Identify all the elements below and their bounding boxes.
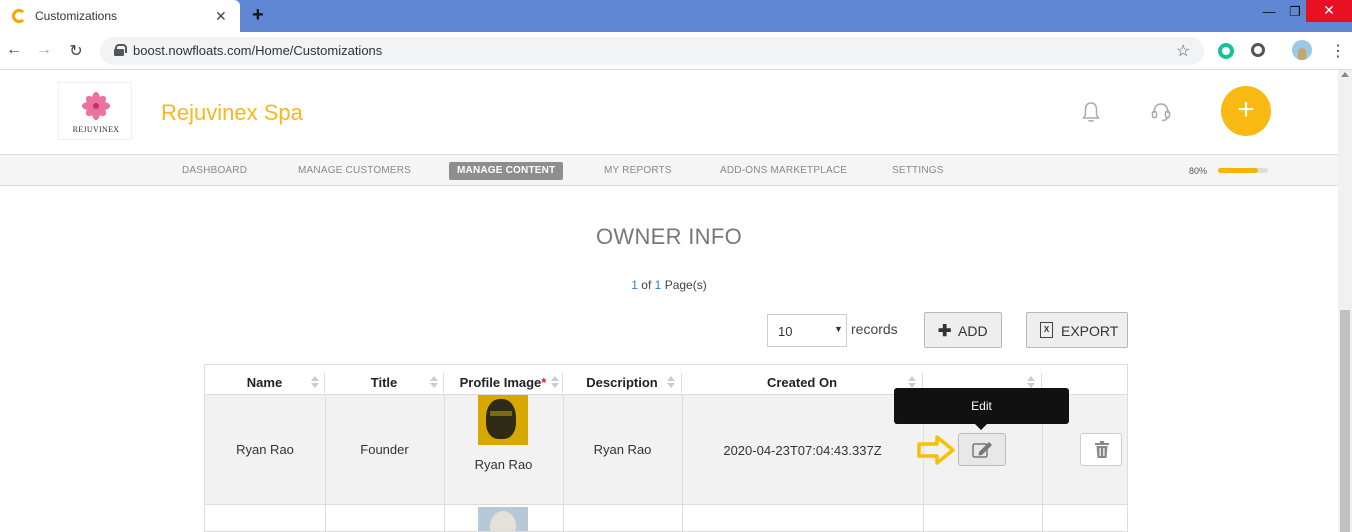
- column-header-created-on[interactable]: Created On: [682, 373, 923, 393]
- sort-icon[interactable]: [311, 376, 319, 390]
- profile-image: [478, 395, 528, 445]
- bell-icon[interactable]: [1082, 101, 1100, 123]
- profile-completion-fill: [1218, 168, 1258, 173]
- nav-settings[interactable]: SETTINGS: [892, 165, 944, 176]
- profile-completion-bar: [1218, 168, 1268, 173]
- tab-title: Customizations: [35, 9, 118, 23]
- scroll-up-arrow-icon[interactable]: [1341, 72, 1349, 77]
- table-row: [205, 504, 1127, 531]
- column-header-title[interactable]: Title: [325, 373, 444, 393]
- nav-my-reports[interactable]: MY REPORTS: [604, 165, 672, 176]
- edit-tooltip: Edit: [894, 388, 1069, 430]
- headset-icon[interactable]: [1150, 101, 1172, 123]
- lock-icon: [114, 44, 127, 56]
- cell-created-on: 2020-04-23T07:04:43.337Z: [723, 443, 882, 458]
- cell-name: Ryan Rao: [236, 442, 294, 457]
- address-bar: ← → ↻ boost.nowfloats.com/Home/Customiza…: [0, 32, 1352, 70]
- nav-manage-content[interactable]: MANAGE CONTENT: [449, 162, 564, 180]
- window-close-button[interactable]: ✕: [1306, 0, 1352, 22]
- extension-circle-icon[interactable]: [1251, 43, 1265, 57]
- pager-suffix: Page(s): [664, 278, 707, 292]
- sort-icon[interactable]: [667, 376, 675, 390]
- edit-button[interactable]: [958, 433, 1006, 466]
- lotus-logo-icon: [82, 92, 110, 120]
- nav-addons-marketplace[interactable]: ADD-ONS MARKETPLACE: [720, 165, 847, 176]
- cell-image-caption: Ryan Rao: [474, 457, 533, 472]
- sort-icon[interactable]: [430, 376, 438, 390]
- business-logo: REJUVINEX: [58, 82, 132, 140]
- current-page[interactable]: 1: [631, 278, 638, 292]
- new-tab-button[interactable]: +: [252, 4, 264, 27]
- dropdown-caret-icon: ▼: [834, 324, 843, 334]
- delete-button[interactable]: [1080, 433, 1122, 466]
- browser-tab[interactable]: Customizations ✕: [0, 0, 240, 32]
- nav-dashboard[interactable]: DASHBOARD: [182, 165, 247, 176]
- sort-icon[interactable]: [551, 376, 559, 390]
- required-marker: *: [541, 375, 547, 390]
- url-text[interactable]: boost.nowfloats.com/Home/Customizations: [133, 43, 382, 58]
- tab-close-icon[interactable]: ✕: [215, 8, 227, 25]
- export-button-label: EXPORT: [1061, 323, 1119, 339]
- page-title: OWNER INFO: [596, 224, 742, 249]
- add-button-label: ADD: [958, 323, 988, 339]
- back-arrow-icon[interactable]: ←: [4, 41, 24, 59]
- reload-icon[interactable]: ↻: [66, 41, 86, 61]
- trash-icon: [1095, 441, 1109, 458]
- plus-icon: ✚: [938, 323, 952, 340]
- pager-of: of: [641, 278, 652, 292]
- column-header-description[interactable]: Description: [563, 373, 682, 393]
- page-scrollbar[interactable]: [1338, 70, 1352, 532]
- profile-image: [478, 507, 528, 531]
- cell-description: Ryan Rao: [593, 442, 652, 457]
- records-per-page-value: 10: [778, 324, 793, 339]
- quick-add-fab-button[interactable]: +: [1221, 86, 1271, 136]
- records-per-page-select[interactable]: 10 ▼: [767, 314, 847, 347]
- profile-avatar-icon[interactable]: [1292, 40, 1312, 60]
- column-header-profile-image[interactable]: Profile Image*: [444, 373, 563, 393]
- edit-icon: [972, 442, 992, 458]
- main-navigation: DASHBOARD MANAGE CUSTOMERS MANAGE CONTEN…: [0, 154, 1338, 186]
- column-header-name[interactable]: Name: [205, 373, 325, 393]
- profile-completion-label: 80%: [1189, 166, 1208, 176]
- excel-file-icon: X: [1040, 322, 1053, 338]
- logo-text: REJUVINEX: [72, 125, 120, 134]
- nav-manage-customers[interactable]: MANAGE CUSTOMERS: [298, 165, 411, 176]
- add-button[interactable]: ✚ ADD: [924, 312, 1002, 348]
- scrollbar-thumb[interactable]: [1340, 310, 1350, 532]
- url-omnibox[interactable]: boost.nowfloats.com/Home/Customizations …: [100, 37, 1204, 65]
- browser-tab-bar: Customizations ✕ + — ❐ ✕: [0, 0, 1352, 32]
- export-button[interactable]: X EXPORT: [1026, 312, 1128, 348]
- cell-title: Founder: [360, 442, 409, 457]
- forward-arrow-icon[interactable]: →: [34, 41, 54, 59]
- site-favicon-icon: [12, 9, 26, 23]
- right-arrow-highlight-icon: [917, 435, 955, 465]
- business-name: Rejuvinex Spa: [161, 100, 303, 125]
- total-pages[interactable]: 1: [655, 278, 662, 292]
- page-indicator: 1 of 1 Page(s): [0, 278, 1338, 292]
- bookmark-star-icon[interactable]: ☆: [1176, 41, 1190, 61]
- browser-menu-icon[interactable]: ⋮: [1330, 41, 1346, 61]
- grammarly-extension-icon[interactable]: [1218, 43, 1234, 59]
- records-label: records: [851, 321, 898, 337]
